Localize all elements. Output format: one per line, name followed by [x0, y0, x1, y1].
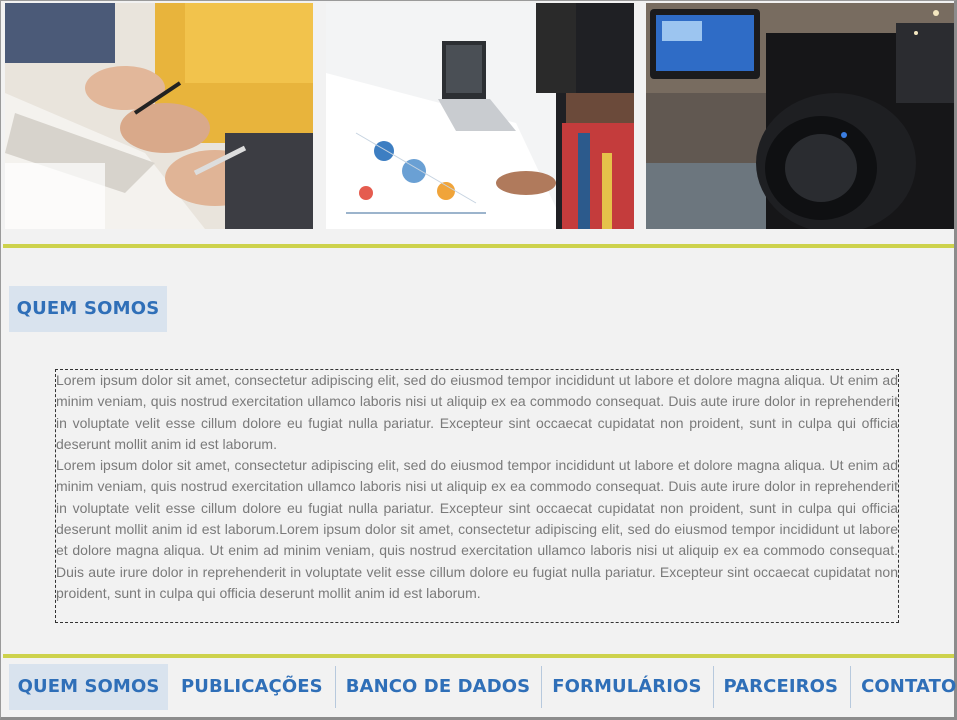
bottom-nav: QUEM SOMOS PUBLICAÇÕES BANCO DE DADOS FO…	[9, 664, 957, 710]
hero-image-camera	[646, 3, 954, 229]
nav-item-quem-somos[interactable]: QUEM SOMOS	[9, 664, 168, 710]
page-frame: QUEM SOMOS Lorem ipsum dolor sit amet, c…	[0, 0, 957, 720]
accent-divider-top	[3, 244, 954, 248]
nav-item-parceiros[interactable]: PARCEIROS	[714, 664, 851, 710]
accent-divider-bottom	[3, 654, 954, 658]
nav-item-formularios[interactable]: FORMULÁRIOS	[542, 664, 712, 710]
content-text-box: Lorem ipsum dolor sit amet, consectetur …	[55, 369, 899, 623]
content-paragraph-2: Lorem ipsum dolor sit amet, consectetur …	[56, 457, 898, 601]
nav-item-publicacoes[interactable]: PUBLICAÇÕES	[168, 664, 335, 710]
hero-image-notes	[5, 3, 313, 229]
content-paragraph-1: Lorem ipsum dolor sit amet, consectetur …	[56, 372, 898, 452]
section-title: QUEM SOMOS	[9, 286, 167, 332]
nav-item-contatos[interactable]: CONTATOS	[851, 664, 957, 710]
nav-item-banco-de-dados[interactable]: BANCO DE DADOS	[336, 664, 541, 710]
hero-image-charts	[326, 3, 634, 229]
